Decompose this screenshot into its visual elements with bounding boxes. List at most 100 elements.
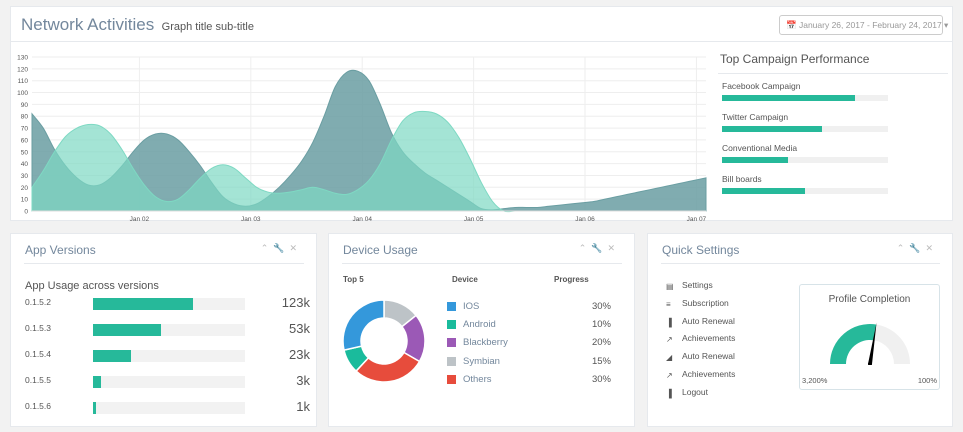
app-version-progress-fill [93,298,194,310]
legend-swatch-icon [447,374,456,384]
calendar-icon: ▤ [666,282,674,291]
app-version-row: 0.1.5.2 123k [25,295,310,311]
campaign-progress-fill [722,157,789,163]
collapse-icon[interactable]: ⌃ [897,243,910,253]
calendar-icon: 📅 [786,20,797,30]
app-version-count: 53k [289,321,310,336]
y-tick-label: 0 [24,209,28,216]
profile-completion-title: Profile Completion [828,294,911,305]
y-tick-label: 90 [21,102,29,109]
app-version-label: 0.1.5.3 [25,323,51,333]
card-title: App Versions [25,243,96,257]
close-icon[interactable]: ✕ [925,243,938,253]
quick-settings-card: Quick Settings ⌃🔧✕ ▤ Settings ≡ Subscriptio… [647,233,953,427]
x-tick-label: Jan 06 [575,216,595,223]
quick-setting-subscription[interactable]: ≡ Subscription [666,298,786,316]
bar-chart-icon: ▐ [666,317,672,327]
close-icon[interactable]: ✕ [289,243,302,253]
wrench-icon[interactable]: 🔧 [273,243,289,253]
device-percent: 20% [591,337,611,349]
collapse-icon[interactable]: ⌃ [579,243,592,253]
device-legend-row: Android 10% [447,318,611,332]
app-version-progress-fill [93,376,101,388]
app-usage-subtitle: App Usage across versions [25,280,159,292]
card-tools: ⌃🔧✕ [261,243,302,254]
page-title: Network Activities [21,15,155,34]
device-name: Blackberry [463,337,508,349]
campaign-progress-track [722,126,888,132]
date-range-picker[interactable]: 📅 January 26, 2017 - February 24, 2017 ▾ [779,15,948,35]
device-name: IOS [463,301,480,312]
y-tick-label: 120 [17,66,28,73]
quick-setting-auto-renewal[interactable]: ▐ Auto Renewal [666,316,786,334]
legend-swatch-icon [447,338,456,348]
quick-settings-list: ▤ Settings ≡ Subscription ▐ Auto Renewal ↗ Achi… [666,280,786,405]
quick-setting-label: Auto Renewal [682,315,735,326]
app-version-progress-fill [93,402,97,414]
wrench-icon[interactable]: 🔧 [591,243,607,253]
gauge-track [873,324,910,364]
list-icon: ≡ [666,299,671,309]
quick-setting-achievements[interactable]: ↗ Achievements [666,369,786,387]
top-campaign-panel: Top Campaign Performance Facebook Campai… [718,47,948,198]
quick-setting-settings[interactable]: ▤ Settings [666,280,786,298]
y-tick-label: 110 [18,78,29,85]
app-version-label: 0.1.5.5 [25,375,51,385]
column-header-progress: Progress [554,275,589,284]
caret-down-icon: ▾ [944,20,949,30]
campaign-progress-track [722,188,888,194]
device-usage-card: Device Usage ⌃🔧✕ Top 5 Device Progress I… [328,233,635,427]
network-activities-chart: 0 10 20 30 40 50 60 70 80 90 100 110 120 130 Jan 02 Jan… [17,55,707,224]
y-tick-label: 70 [21,126,29,133]
app-version-progress-fill [93,350,131,362]
app-versions-card: App Versions ⌃🔧✕ App Usage across versio… [10,233,317,427]
app-version-row: 0.1.5.5 3k [25,373,310,389]
donut-slice-ios [343,300,385,352]
card-header: App Versions ⌃🔧✕ [24,234,304,264]
campaign-item: Conventional Media [722,136,948,167]
wrench-icon[interactable]: 🔧 [909,243,925,253]
profile-completion-gauge [830,322,910,365]
app-version-progress-track [93,298,245,310]
legend-swatch-icon [447,320,456,330]
app-version-label: 0.1.5.2 [25,297,51,307]
app-version-count: 123k [281,295,310,310]
area-chart-icon: ◢ [666,353,673,363]
campaign-label: Bill boards [722,174,762,184]
page-subtitle: Graph title sub-title [161,21,254,33]
card-tools: ⌃🔧✕ [897,243,938,254]
quick-setting-logout[interactable]: ▐ Logout [666,387,786,405]
quick-setting-label: Logout [682,386,708,397]
collapse-icon[interactable]: ⌃ [261,243,274,253]
line-chart-icon: ↗ [666,370,673,380]
app-version-row: 0.1.5.3 53k [25,321,310,337]
y-tick-label: 50 [21,149,29,156]
app-version-progress-track [93,376,245,388]
quick-setting-achievements[interactable]: ↗ Achievements [666,333,786,351]
y-tick-label: 130 [17,55,28,62]
card-tools: ⌃🔧✕ [579,243,620,254]
card-title: Quick Settings [662,243,740,257]
panel-header: Network Activities Graph title sub-title [21,15,254,39]
device-percent: 15% [591,355,611,367]
card-header: Quick Settings ⌃🔧✕ [661,234,940,264]
x-tick-label: Jan 02 [130,216,150,223]
column-header-device: Device [452,275,478,284]
device-percent: 30% [591,301,611,312]
app-version-progress-track [93,350,245,362]
device-name: Symbian [463,355,500,367]
campaign-title: Top Campaign Performance [718,47,948,74]
divider [11,41,952,42]
campaign-progress-fill [722,126,822,132]
device-name: Others [463,373,492,385]
quick-setting-label: Settings [682,280,713,290]
app-version-count: 23k [289,347,310,362]
x-tick-label: Jan 03 [241,216,261,223]
quick-setting-auto-renewal[interactable]: ◢ Auto Renewal [666,351,786,369]
app-version-count: 1k [296,399,310,414]
x-tick-label: Jan 07 [687,216,707,223]
close-icon[interactable]: ✕ [607,243,620,253]
bar-chart-icon: ▐ [666,388,672,398]
x-tick-label: Jan 04 [352,216,372,223]
line-chart-icon: ↗ [666,335,673,345]
